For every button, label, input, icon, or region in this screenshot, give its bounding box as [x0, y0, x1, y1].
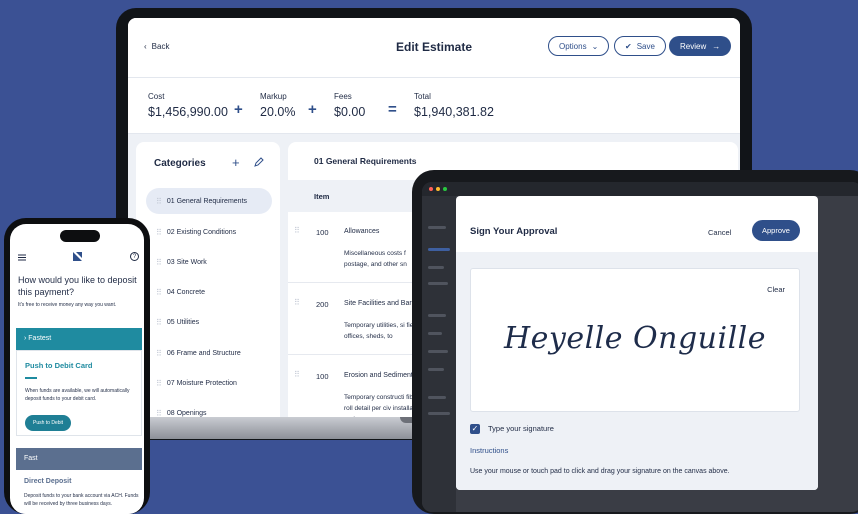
category-item-frame-and-structure[interactable]: ⠿ 06 Frame and Structure	[146, 340, 272, 366]
pencil-icon[interactable]	[254, 157, 264, 167]
chevron-down-icon: ⌄	[591, 41, 599, 51]
plus-icon: +	[308, 101, 317, 118]
category-item-moisture-protection[interactable]: ⠿ 07 Moisture Protection	[146, 370, 272, 396]
tablet-device: Sign Your Approval Cancel Approve Clear …	[412, 170, 858, 514]
cost-total: Cost $1,456,990.00	[148, 92, 228, 119]
instructions-text: Use your mouse or touch pad to click and…	[470, 468, 730, 475]
accent-rule	[25, 377, 37, 379]
totals-bar: Cost $1,456,990.00 + Markup 20.0% + Fees…	[128, 78, 740, 134]
app-header: ‹ Back Edit Estimate Options ⌄ ✔ Save Re…	[128, 18, 740, 78]
direct-deposit-card[interactable]: Direct Deposit Deposit funds to your ban…	[16, 470, 142, 514]
fastest-band: › Fastest	[16, 328, 142, 350]
drag-handle-icon[interactable]: ⠿	[294, 226, 300, 235]
signature-text: Heyelle Onguille	[503, 321, 767, 356]
drag-handle-icon[interactable]: ⠿	[156, 318, 162, 327]
instructions-title: Instructions	[470, 446, 509, 455]
sidebar-line	[428, 282, 448, 285]
cancel-button[interactable]: Cancel	[708, 228, 731, 237]
dimmed-sidebar	[422, 196, 456, 512]
approval-app: Sign Your Approval Cancel Approve Clear …	[422, 182, 858, 512]
save-button[interactable]: ✔ Save	[614, 36, 666, 56]
review-button[interactable]: Review →	[669, 36, 732, 56]
minimize-dot-icon[interactable]	[436, 187, 440, 191]
sidebar-line	[428, 266, 444, 269]
equals-icon: =	[388, 101, 397, 118]
category-item-utilities[interactable]: ⠿ 05 Utilities	[146, 309, 272, 335]
drag-handle-icon[interactable]: ⠿	[156, 258, 162, 267]
signature-pad[interactable]: Clear Heyelle Onguille	[470, 268, 800, 412]
drag-handle-icon[interactable]: ⠿	[156, 288, 162, 297]
logo-icon	[73, 252, 82, 261]
clear-button[interactable]: Clear	[767, 285, 785, 294]
drag-handle-icon[interactable]: ⠿	[156, 349, 162, 358]
sidebar-line	[428, 368, 444, 371]
deposit-subtitle: It's free to receive money any way you w…	[18, 302, 117, 308]
window-chrome	[422, 182, 858, 196]
grand-total: Total $1,940,381.82	[414, 92, 494, 119]
window-controls	[429, 187, 447, 191]
approve-button[interactable]: Approve	[752, 220, 800, 241]
category-item-existing-conditions[interactable]: ⠿ 02 Existing Conditions	[146, 219, 272, 245]
options-button[interactable]: Options ⌄	[548, 36, 610, 56]
check-icon: ✔	[625, 41, 632, 51]
push-text: When funds are available, we will automa…	[25, 388, 130, 402]
close-dot-icon[interactable]	[429, 187, 433, 191]
push-to-debit-card: Push to Debit Card When funds are availa…	[16, 350, 142, 436]
section-title: 01 General Requirements	[314, 156, 417, 166]
type-signature-checkbox[interactable]: ✓	[470, 424, 480, 434]
plus-icon: +	[234, 101, 243, 118]
drag-handle-icon[interactable]: ⠿	[156, 379, 162, 388]
modal-body: Clear Heyelle Onguille ✓ Type your signa…	[456, 252, 818, 490]
category-item-general-requirements[interactable]: ⠿ 01 General Requirements	[146, 188, 272, 214]
fast-band: Fast	[16, 448, 142, 470]
hamburger-menu-icon[interactable]	[18, 254, 26, 261]
direct-title: Direct Deposit	[24, 478, 72, 485]
sidebar-line	[428, 332, 442, 335]
sidebar-line	[428, 248, 450, 251]
categories-title: Categories	[154, 158, 206, 169]
signature-modal: Sign Your Approval Cancel Approve Clear …	[456, 196, 818, 490]
push-to-debit-button[interactable]: Push to Debit	[25, 415, 72, 431]
dynamic-island	[60, 230, 100, 242]
categories-panel: Categories + ⠿ 01 General Requirements ⠿ 0…	[136, 142, 280, 420]
deposit-app: ? How would you like to deposit this pay…	[10, 224, 144, 514]
sidebar-line	[428, 350, 448, 353]
drag-handle-icon[interactable]: ⠿	[156, 228, 162, 237]
direct-text: Deposit funds to your bank account via A…	[24, 493, 139, 507]
category-item-concrete[interactable]: ⠿ 04 Concrete	[146, 279, 272, 305]
drag-handle-icon[interactable]: ⠿	[156, 197, 162, 206]
type-signature-label: Type your signature	[488, 424, 554, 433]
sidebar-line	[428, 412, 450, 415]
deposit-question: How would you like to deposit this payme…	[18, 275, 137, 297]
sidebar-line	[428, 314, 446, 317]
push-title: Push to Debit Card	[25, 361, 93, 370]
sidebar-line	[428, 396, 446, 399]
arrow-right-icon: →	[712, 41, 721, 51]
modal-title: Sign Your Approval	[470, 226, 558, 237]
drag-handle-icon[interactable]: ⠿	[294, 370, 300, 379]
help-icon[interactable]: ?	[130, 252, 139, 261]
phone-device: ? How would you like to deposit this pay…	[4, 218, 150, 514]
sidebar-line	[428, 226, 446, 229]
add-icon[interactable]: +	[232, 155, 240, 170]
fees-total: Fees $0.00	[334, 92, 366, 119]
drag-handle-icon[interactable]: ⠿	[294, 298, 300, 307]
markup-total: Markup 20.0%	[260, 92, 296, 119]
category-item-site-work[interactable]: ⠿ 03 Site Work	[146, 249, 272, 275]
maximize-dot-icon[interactable]	[443, 187, 447, 191]
